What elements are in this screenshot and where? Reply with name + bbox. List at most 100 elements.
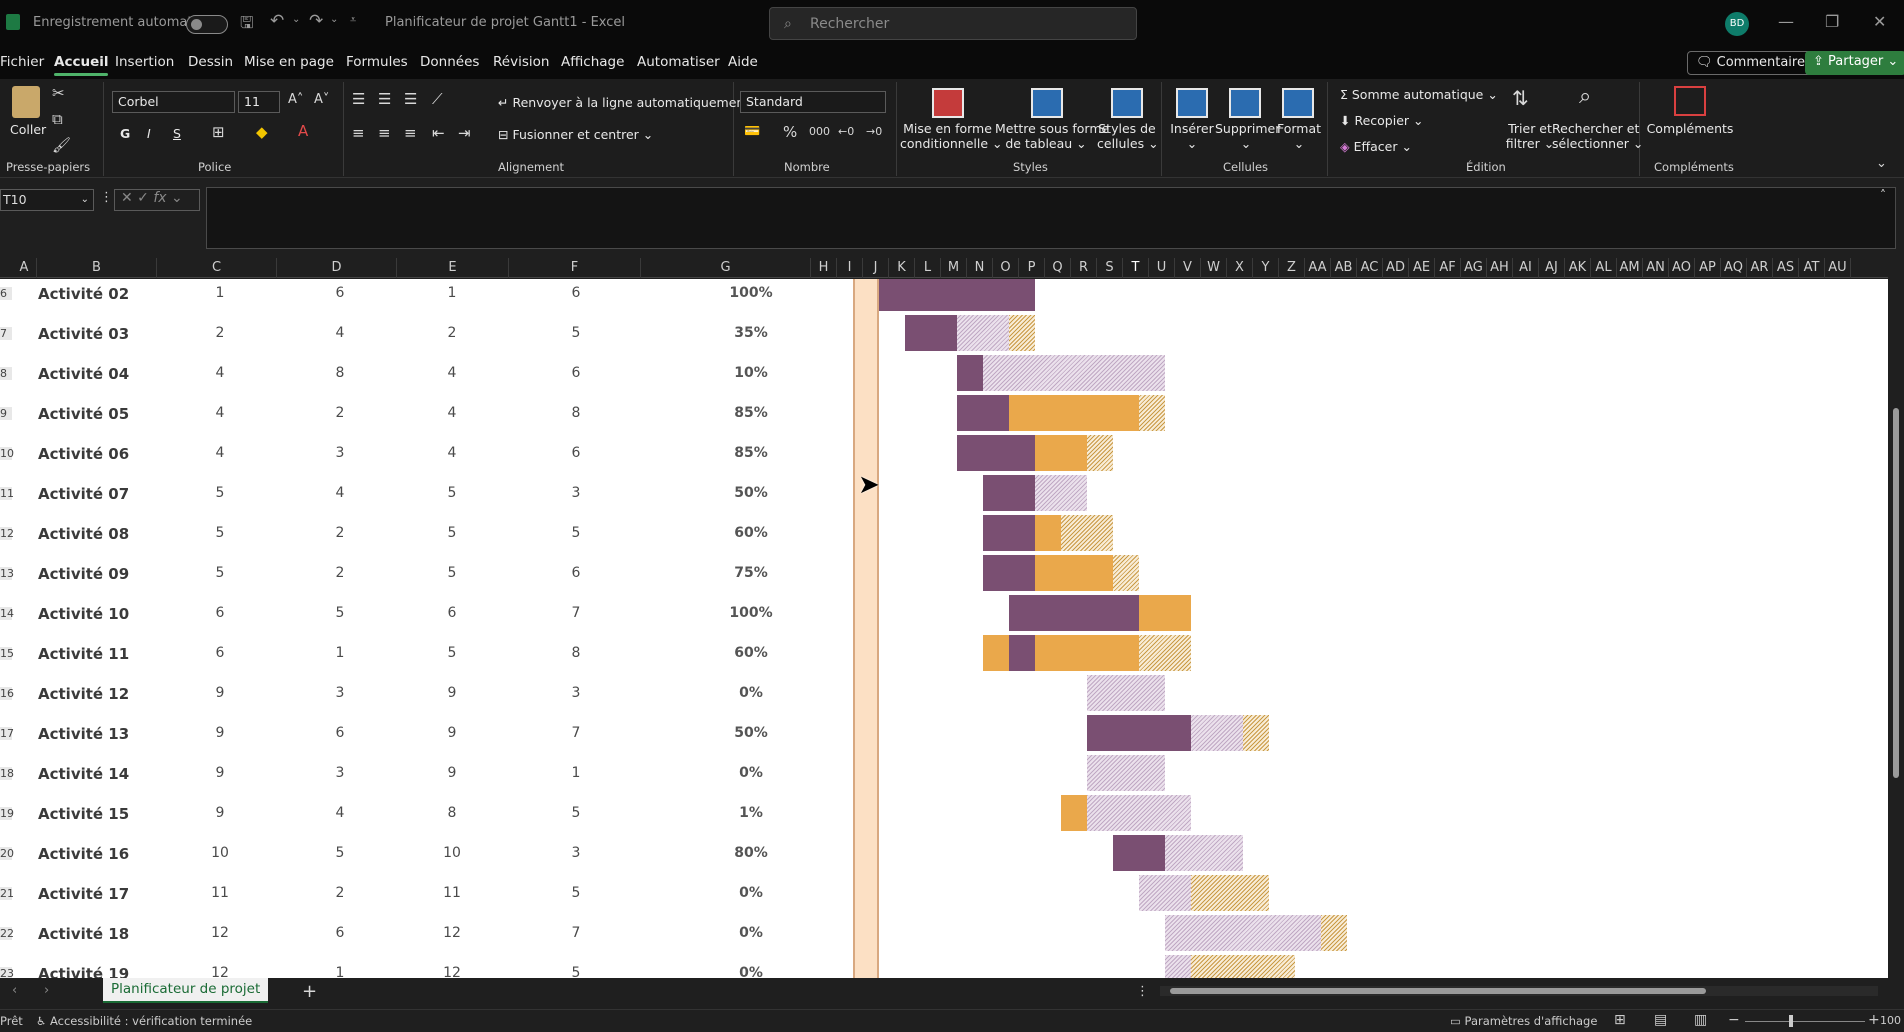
insert-button[interactable]: Insérer ⌄ [1166,121,1218,151]
column-header-p[interactable]: P [1019,258,1045,278]
tab-automatiser[interactable]: Automatiser [637,54,720,70]
plan-start-cell[interactable]: 5 [200,485,240,501]
sheet-options-icon[interactable]: ⋮ [1136,984,1149,999]
column-header-h[interactable]: H [811,258,837,278]
insert-icon[interactable] [1176,88,1208,118]
clear-button[interactable]: ◈ Effacer ⌄ [1340,139,1412,154]
column-header-j[interactable]: J [863,258,889,278]
activity-name-cell[interactable]: Activité 06 [38,445,129,463]
row-header[interactable]: 22 [0,927,14,940]
undo-icon[interactable]: ↶ [270,11,284,31]
actual-duration-cell[interactable]: 8 [556,405,596,421]
percent-complete-cell[interactable]: 85% [711,445,791,461]
row-header[interactable]: 11 [0,487,14,500]
tab-revision[interactable]: Révision [493,54,549,70]
actual-duration-cell[interactable]: 6 [556,285,596,301]
column-header-ab[interactable]: AB [1331,258,1357,278]
percent-complete-cell[interactable]: 100% [711,605,791,621]
column-header-ap[interactable]: AP [1695,258,1721,278]
increase-font-icon[interactable]: A˄ [288,92,303,107]
plan-duration-cell[interactable]: 6 [320,725,360,741]
column-header-ar[interactable]: AR [1747,258,1773,278]
actual-duration-cell[interactable]: 6 [556,565,596,581]
percent-complete-cell[interactable]: 100% [711,285,791,301]
increase-decimal-icon[interactable]: ←0 [838,125,854,138]
column-header-al[interactable]: AL [1591,258,1617,278]
orientation-icon[interactable]: ⟋ [432,90,443,108]
thousands-icon[interactable]: 000 [809,125,830,138]
plan-start-cell[interactable]: 12 [200,925,240,941]
merge-center-button[interactable]: ⊟ Fusionner et centrer ⌄ [498,127,653,142]
tab-insertion[interactable]: Insertion [115,54,174,70]
plan-start-cell[interactable]: 12 [200,965,240,978]
column-header-af[interactable]: AF [1435,258,1461,278]
align-left-icon[interactable]: ≡ [352,124,365,142]
activity-name-cell[interactable]: Activité 03 [38,325,129,343]
actual-duration-cell[interactable]: 5 [556,805,596,821]
formula-bar-more-icon[interactable]: ⋮ [100,190,113,205]
row-header[interactable]: 7 [0,327,12,340]
actual-duration-cell[interactable]: 5 [556,885,596,901]
format-as-table-icon[interactable] [1031,88,1063,118]
column-header-at[interactable]: AT [1799,258,1825,278]
borders-icon[interactable]: ⊞ [212,123,225,141]
row-header[interactable]: 10 [0,447,14,460]
tab-accueil[interactable]: Accueil [54,54,109,76]
italic-button[interactable]: I [147,126,151,141]
format-painter-icon[interactable]: 🖌 [52,136,71,154]
zoom-slider[interactable] [1745,1015,1865,1027]
plan-start-cell[interactable]: 4 [200,405,240,421]
row-header[interactable]: 16 [0,687,14,700]
fill-button[interactable]: ⬇ Recopier ⌄ [1340,113,1423,128]
plan-start-cell[interactable]: 6 [200,605,240,621]
actual-start-cell[interactable]: 2 [432,325,472,341]
tab-affichage[interactable]: Affichage [561,54,624,70]
percent-complete-cell[interactable]: 60% [711,645,791,661]
tab-fichier[interactable]: Fichier [0,54,44,70]
zoom-level[interactable]: 100 % [1880,1014,1904,1027]
align-right-icon[interactable]: ≡ [404,124,417,142]
plan-duration-cell[interactable]: 5 [320,605,360,621]
sort-filter-button[interactable]: Trier et filtrer ⌄ [1500,121,1560,151]
close-icon[interactable]: ✕ [1873,12,1886,31]
column-header-e[interactable]: E [397,258,509,278]
percent-complete-cell[interactable]: 0% [711,965,791,978]
plan-duration-cell[interactable]: 2 [320,885,360,901]
page-break-icon[interactable]: ▥ [1694,1012,1707,1028]
column-header-an[interactable]: AN [1643,258,1669,278]
actual-start-cell[interactable]: 8 [432,805,472,821]
column-header-ad[interactable]: AD [1383,258,1409,278]
column-header-n[interactable]: N [967,258,993,278]
plan-start-cell[interactable]: 4 [200,365,240,381]
column-header-as[interactable]: AS [1773,258,1799,278]
column-header-f[interactable]: F [509,258,641,278]
tab-dessin[interactable]: Dessin [188,54,233,70]
decrease-decimal-icon[interactable]: →0 [866,125,882,138]
column-header-ak[interactable]: AK [1565,258,1591,278]
actual-duration-cell[interactable]: 7 [556,725,596,741]
row-header[interactable]: 12 [0,527,14,540]
column-header-k[interactable]: K [889,258,915,278]
column-header-q[interactable]: Q [1045,258,1071,278]
plan-start-cell[interactable]: 1 [200,285,240,301]
customize-toolbar-icon[interactable]: ⩡ [350,13,356,27]
next-sheet-icon[interactable]: › [44,983,49,998]
actual-start-cell[interactable]: 9 [432,685,472,701]
percent-complete-cell[interactable]: 0% [711,685,791,701]
insert-function-button[interactable]: fx [153,190,166,206]
column-header-ac[interactable]: AC [1357,258,1383,278]
row-header[interactable]: 17 [0,727,14,740]
actual-duration-cell[interactable]: 3 [556,845,596,861]
activity-name-cell[interactable]: Activité 15 [38,805,129,823]
column-header-s[interactable]: S [1097,258,1123,278]
worksheet-grid[interactable]: 6 Activité 02 1 6 1 6 100% 7 Activité 03 2 4 2 5 35% 8… [0,279,1888,978]
row-header[interactable]: 23 [0,967,14,978]
row-header[interactable]: 6 [0,287,12,300]
actual-duration-cell[interactable]: 8 [556,645,596,661]
column-header-aj[interactable]: AJ [1539,258,1565,278]
column-header-u[interactable]: U [1149,258,1175,278]
plan-start-cell[interactable]: 2 [200,325,240,341]
column-header-l[interactable]: L [915,258,941,278]
column-header-ag[interactable]: AG [1461,258,1487,278]
actual-duration-cell[interactable]: 6 [556,365,596,381]
